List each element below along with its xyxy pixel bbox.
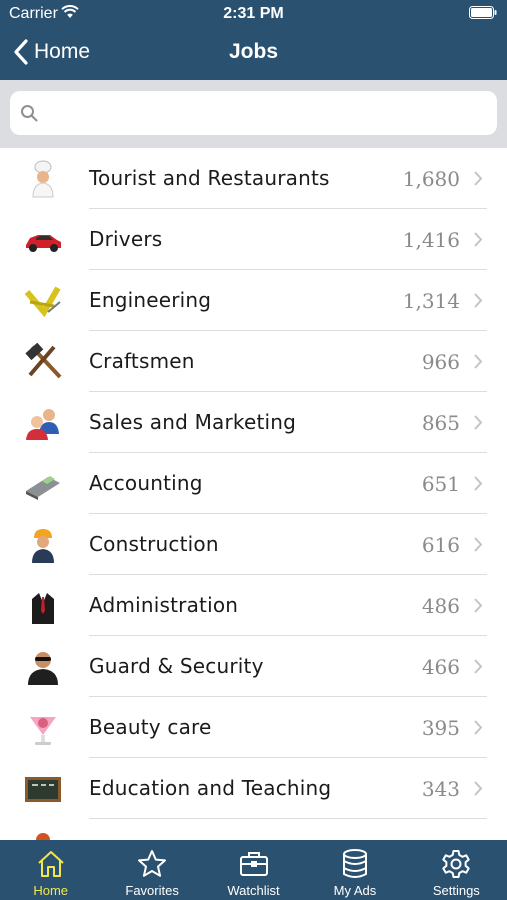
tab-settings[interactable]: Settings: [406, 840, 507, 900]
guard-icon: [28, 652, 58, 685]
list-item-label: Guard & Security: [89, 654, 264, 678]
calculator-icon: [26, 476, 60, 500]
people-icon: [26, 409, 59, 440]
list-item-count: 865: [421, 411, 460, 435]
chevron-right-icon: [474, 781, 483, 796]
car-icon: [26, 235, 61, 252]
list-item-count: 651: [421, 472, 460, 496]
construction-worker-icon: [32, 529, 54, 563]
list-item-label: Accounting: [89, 471, 203, 495]
list-item-count: 486: [421, 594, 460, 618]
search-input[interactable]: [10, 91, 497, 135]
list-item-count: 1,314: [402, 289, 460, 313]
tab-home[interactable]: Home: [0, 840, 101, 900]
list-item[interactable]: Construction 616: [0, 514, 507, 575]
tab-label: Favorites: [125, 883, 179, 898]
list-item[interactable]: Education and Teaching 343: [0, 758, 507, 819]
list-item-label: Construction: [89, 532, 219, 556]
chevron-right-icon: [474, 476, 483, 491]
list-item[interactable]: Engineering 1,314: [0, 270, 507, 331]
star-icon: [138, 850, 167, 877]
chevron-right-icon: [474, 354, 483, 369]
chevron-right-icon: [474, 415, 483, 430]
page-title: Jobs: [228, 40, 278, 63]
navigation-bar: Carrier 2:31 PM Home Jobs: [0, 0, 507, 80]
tab-my-ads[interactable]: My Ads: [304, 840, 405, 900]
tab-bar: Home Favorites Watchlist My Ads Settings: [0, 840, 507, 900]
jobs-category-list: Tourist and Restaurants 1,680 Drivers 1,…: [0, 148, 507, 840]
chevron-right-icon: [474, 598, 483, 613]
list-item-count: 343: [421, 777, 460, 801]
list-item-count: 395: [421, 716, 460, 740]
tab-label: My Ads: [333, 883, 377, 898]
list-item[interactable]: Sales and Marketing 865: [0, 392, 507, 453]
list-item-label: Drivers: [89, 227, 163, 251]
chevron-right-icon: [474, 293, 483, 308]
list-item-label: Craftsmen: [89, 349, 195, 373]
list-item-count: 1,416: [402, 228, 460, 252]
suit-icon: [32, 593, 54, 624]
list-item[interactable]: [0, 819, 507, 840]
chalkboard-icon: [25, 777, 61, 802]
chevron-right-icon: [474, 232, 483, 247]
tab-label: Watchlist: [227, 883, 280, 898]
list-item[interactable]: Guard & Security 466: [0, 636, 507, 697]
hammer-icon: [25, 343, 62, 379]
tab-label: Settings: [432, 883, 480, 898]
list-item-label: Tourist and Restaurants: [89, 166, 330, 190]
chevron-right-icon: [474, 171, 483, 186]
list-item[interactable]: Drivers 1,416: [0, 209, 507, 270]
database-icon: [342, 849, 367, 878]
list-item-count: 966: [421, 350, 460, 374]
chevron-right-icon: [474, 659, 483, 674]
home-icon: [38, 851, 64, 877]
chef-icon: [32, 160, 54, 198]
list-item-label: Engineering: [89, 288, 212, 312]
list-item[interactable]: Beauty care 395: [0, 697, 507, 758]
gear-icon: [442, 850, 471, 878]
battery-icon: [469, 6, 497, 19]
drafting-tools-icon: [24, 286, 61, 318]
chevron-right-icon: [474, 720, 483, 735]
list-item-count: 1,680: [402, 167, 460, 191]
tab-watchlist[interactable]: Watchlist: [203, 840, 304, 900]
list-item[interactable]: Tourist and Restaurants 1,680: [0, 148, 507, 209]
list-item-label: Sales and Marketing: [89, 410, 297, 434]
search-bar: [0, 80, 507, 148]
list-item[interactable]: Craftsmen 966: [0, 331, 507, 392]
tab-favorites[interactable]: Favorites: [101, 840, 202, 900]
beauty-icon: [30, 717, 56, 745]
partial-category-icon: [36, 833, 50, 840]
status-time: 2:31 PM: [223, 5, 284, 22]
list-item[interactable]: Administration 486: [0, 575, 507, 636]
list-item-count: 466: [421, 655, 460, 679]
list-item-label: Education and Teaching: [89, 776, 332, 800]
list-item-label: Administration: [89, 593, 239, 617]
tab-label: Home: [33, 883, 69, 898]
list-item[interactable]: Accounting 651: [0, 453, 507, 514]
status-bar: Carrier 2:31 PM: [0, 0, 507, 28]
chevron-right-icon: [474, 537, 483, 552]
briefcase-icon: [239, 852, 268, 876]
list-item-count: 616: [421, 533, 460, 557]
list-item-label: Beauty care: [89, 715, 212, 739]
